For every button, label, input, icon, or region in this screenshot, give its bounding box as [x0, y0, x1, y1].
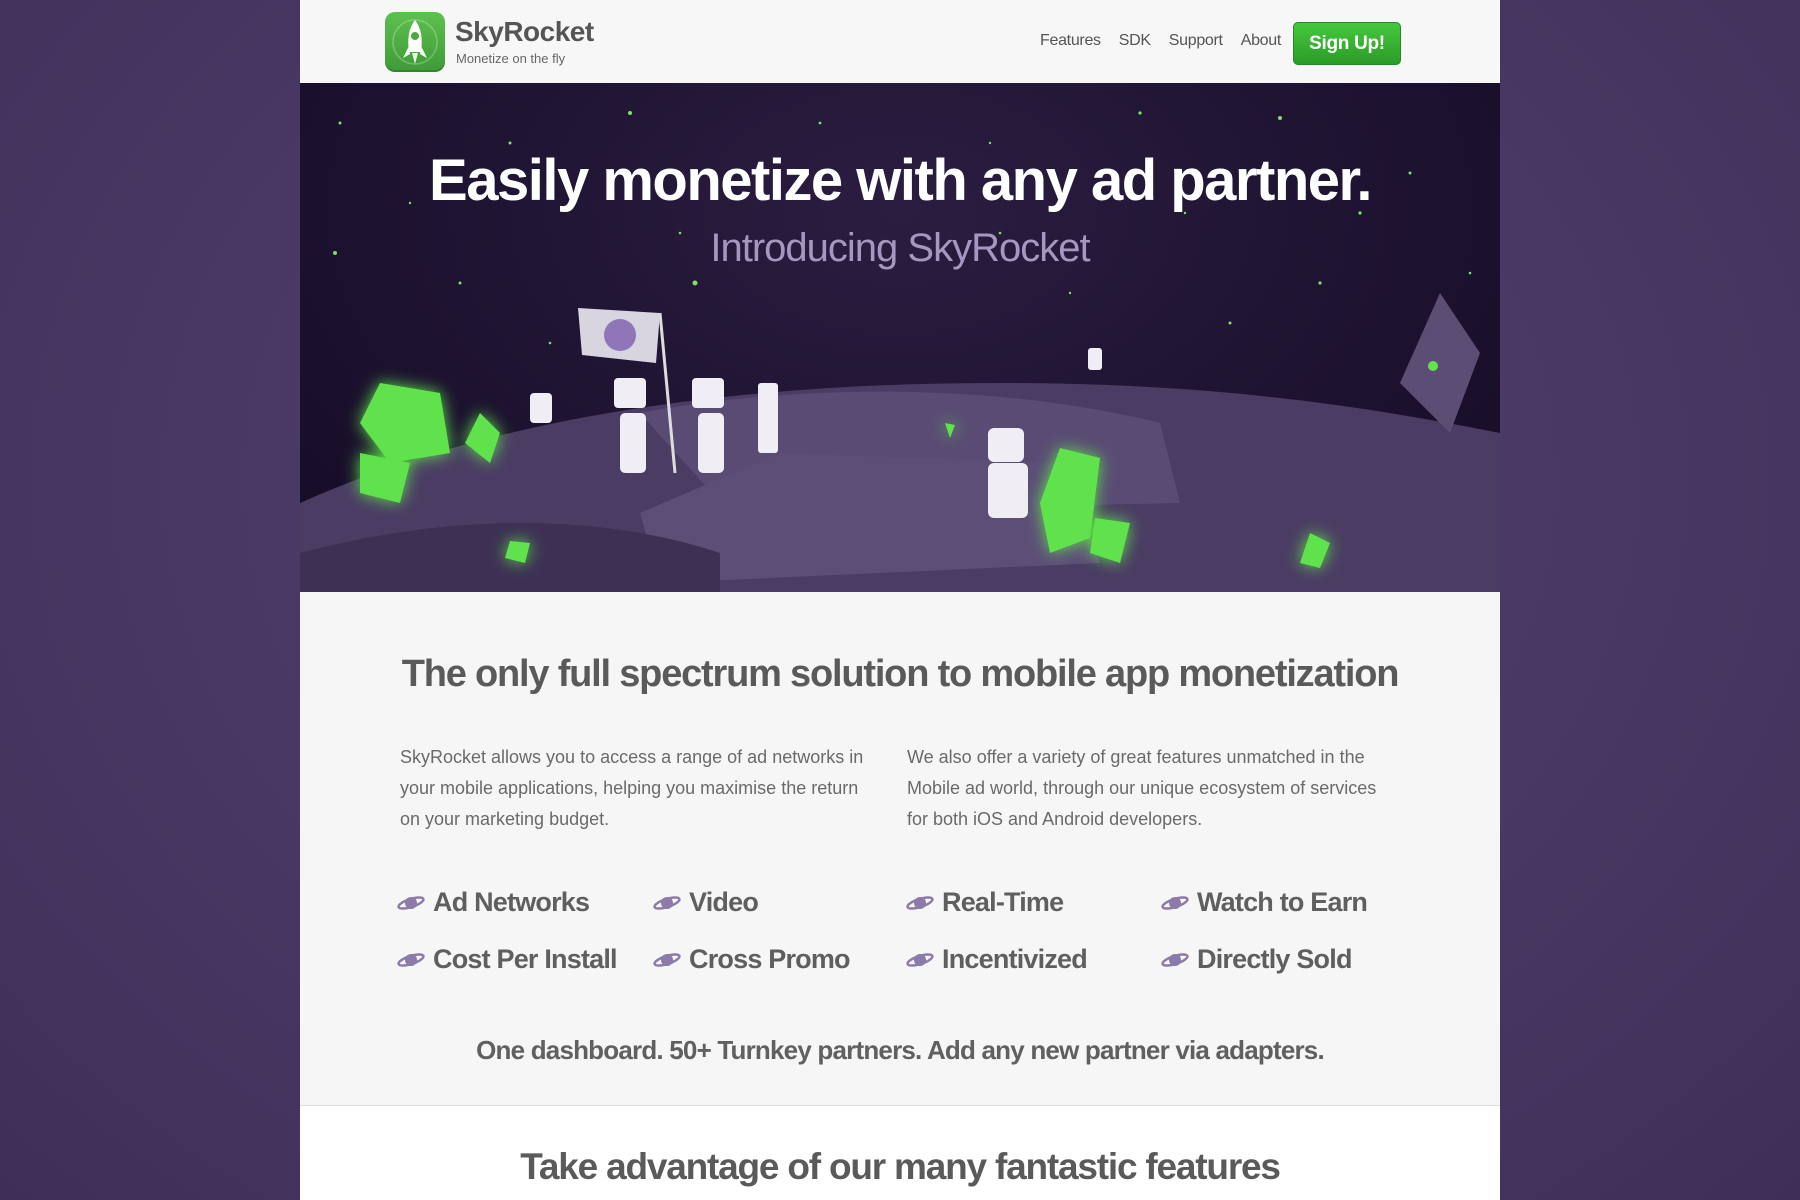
nav-link-features[interactable]: Features: [1040, 32, 1101, 50]
nav-link-sdk[interactable]: SDK: [1119, 32, 1151, 50]
intro-paragraph-left: SkyRocket allows you to access a range o…: [400, 747, 864, 829]
feature-label: Cost Per Install: [433, 944, 618, 974]
feature-item-watch-to-earn: Watch to Earn: [1161, 887, 1368, 918]
hero-title: Easily monetize with any ad partner.: [429, 148, 1372, 213]
brand-name[interactable]: SkyRocket: [455, 16, 594, 48]
planet-icon: [906, 895, 934, 910]
feature-item-directly-sold: Directly Sold: [1161, 944, 1352, 975]
nav-link-about[interactable]: About: [1241, 32, 1282, 50]
feature-label: Ad Networks: [433, 887, 590, 917]
intro-paragraph-right: We also offer a variety of great feature…: [907, 747, 1377, 829]
main-nav: Features SDK Support About: [1040, 32, 1281, 50]
section-heading: The only full spectrum solution to mobil…: [401, 653, 1400, 695]
planet-icon: [653, 952, 681, 967]
nav-link-support[interactable]: Support: [1169, 32, 1223, 50]
planet-icon: [1161, 895, 1189, 910]
feature-item-cost-per-install: Cost Per Install: [397, 944, 618, 975]
dashboard-tagline: One dashboard. 50+ Turnkey partners. Add…: [476, 1035, 1325, 1065]
feature-item-incentivized: Incentivized: [906, 944, 1088, 975]
brand-tagline: Monetize on the fly: [456, 51, 566, 66]
rocket-logo-icon[interactable]: [385, 12, 445, 72]
planet-icon: [906, 952, 934, 967]
planet-icon: [397, 895, 425, 910]
feature-label: Real-Time: [942, 887, 1064, 917]
site-header: SkyRocket Monetize on the fly Features S…: [300, 0, 1500, 84]
feature-item-real-time: Real-Time: [906, 887, 1064, 918]
features-section-heading: Take advantage of our many fantastic fea…: [520, 1146, 1281, 1187]
page-container: SkyRocket Monetize on the fly Features S…: [300, 0, 1500, 1200]
planet-icon: [653, 895, 681, 910]
feature-label: Cross Promo: [689, 944, 851, 974]
planet-icon: [1161, 952, 1189, 967]
feature-item-ad-networks: Ad Networks: [397, 887, 590, 918]
feature-label: Directly Sold: [1197, 944, 1352, 974]
hero-subtitle: Introducing SkyRocket: [710, 226, 1090, 270]
feature-label: Incentivized: [942, 944, 1088, 974]
signup-button[interactable]: Sign Up!: [1293, 22, 1401, 65]
feature-label: Video: [689, 887, 759, 917]
feature-item-cross-promo: Cross Promo: [653, 944, 851, 975]
planet-icon: [397, 952, 425, 967]
feature-label: Watch to Earn: [1197, 887, 1368, 917]
feature-item-video: Video: [653, 887, 759, 918]
hero-banner: Easily monetize with any ad partner. Int…: [300, 83, 1500, 592]
